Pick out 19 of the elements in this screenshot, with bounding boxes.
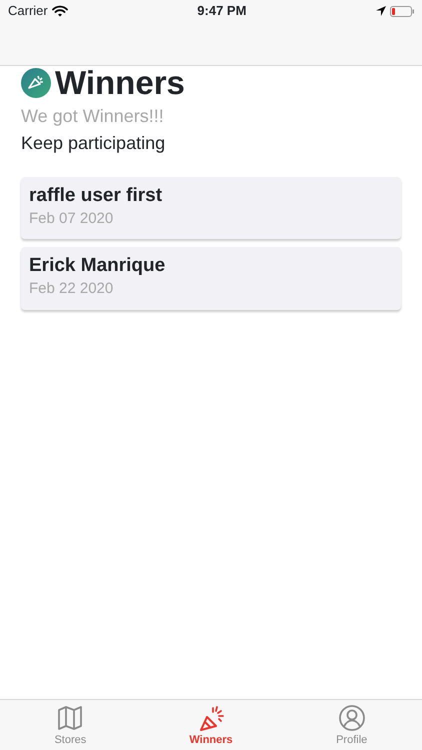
winner-date: Feb 22 2020 bbox=[29, 279, 114, 300]
carrier-label: Carrier bbox=[8, 2, 48, 20]
winner-card[interactable]: raffle user first Feb 07 2020 bbox=[21, 177, 401, 240]
location-arrow-icon bbox=[376, 6, 386, 16]
tab-button[interactable]: Profile bbox=[281, 700, 422, 750]
profile-icon bbox=[336, 704, 367, 732]
clock-time: 9:47 PM bbox=[197, 2, 246, 20]
tab-button[interactable]: Winners bbox=[140, 700, 282, 750]
winner-name: raffle user first bbox=[29, 185, 164, 208]
winner-name: Erick Manrique bbox=[29, 255, 166, 278]
tab-button[interactable]: Stores bbox=[0, 700, 141, 750]
winner-date: Feb 07 2020 bbox=[29, 208, 114, 229]
wifi-icon bbox=[52, 5, 68, 17]
party-popper-icon bbox=[21, 68, 51, 98]
subtitle: We got Winners!!! bbox=[21, 105, 165, 128]
battery-icon bbox=[390, 6, 414, 16]
winner-card[interactable]: Erick Manrique Feb 22 2020 bbox=[21, 247, 401, 310]
page-title: Winners bbox=[55, 66, 185, 99]
message-text: Keep participating bbox=[21, 132, 166, 155]
